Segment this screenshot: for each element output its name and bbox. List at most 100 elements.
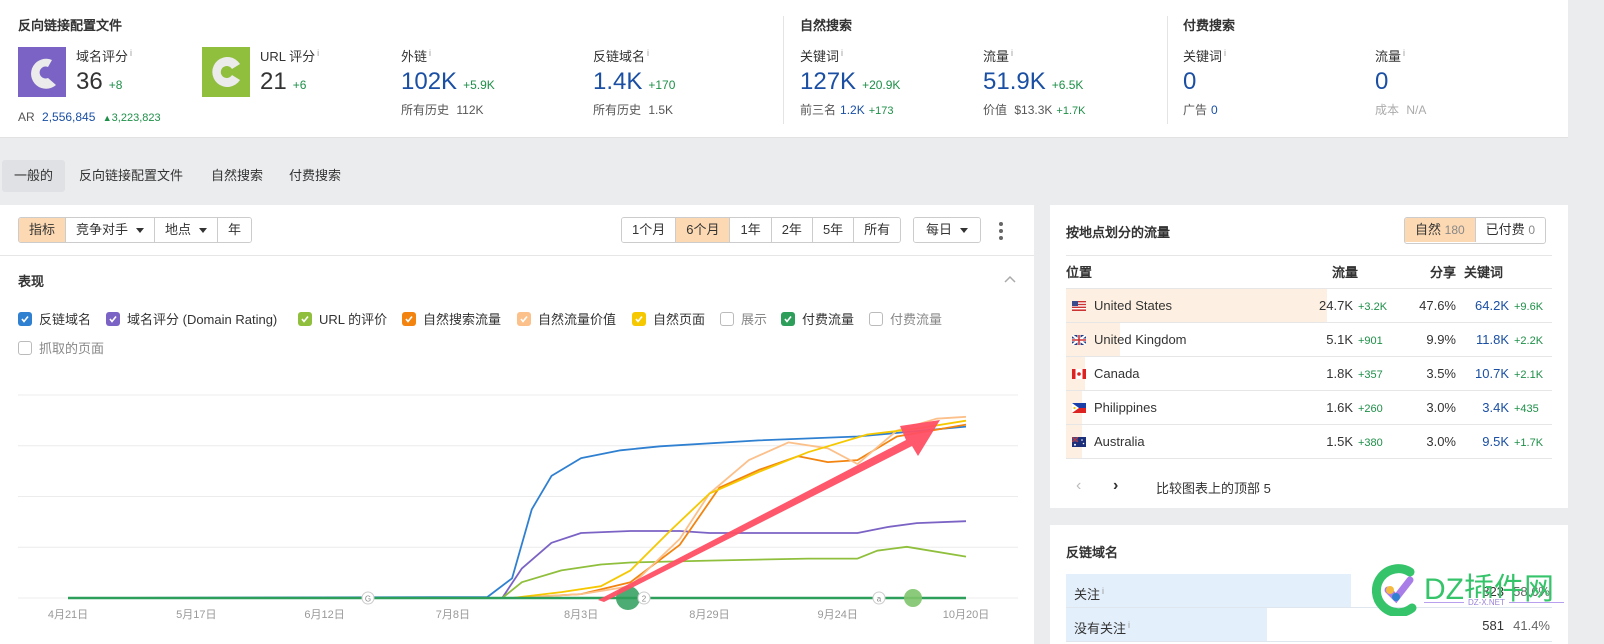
performance-chart[interactable]: G 2 a bbox=[0, 380, 1034, 610]
location-dropdown[interactable]: 地点 bbox=[155, 218, 219, 242]
metric-delta: +6 bbox=[292, 78, 307, 92]
collapse-chevron-up-icon[interactable] bbox=[1003, 274, 1017, 284]
country-name[interactable]: Australia bbox=[1094, 434, 1145, 449]
geo-row[interactable]: United States 24.7K +3.2K 47.6% 64.2K +9.6K bbox=[1066, 288, 1552, 323]
triangle-up-icon: ▲ bbox=[102, 113, 112, 123]
country-name[interactable]: Philippines bbox=[1094, 400, 1157, 415]
share-bar bbox=[1066, 574, 1351, 607]
sub-value[interactable]: 1.2K bbox=[840, 103, 865, 117]
keywords-value[interactable]: 11.8K bbox=[1476, 332, 1509, 347]
keywords-value[interactable]: 64.2K bbox=[1475, 298, 1509, 313]
tab-overview[interactable]: 一般的 bbox=[2, 160, 66, 192]
keywords-delta: +2.1K bbox=[1514, 368, 1544, 381]
section-title: 反向链接配置文件 bbox=[18, 18, 123, 33]
range-6m-button[interactable]: 6个月 bbox=[676, 218, 731, 242]
sub-value: 112K bbox=[456, 103, 484, 117]
legend-item-paid-traffic-2[interactable]: 付费流量 bbox=[869, 309, 942, 328]
legend-item-organic-pages[interactable]: 自然页面 bbox=[632, 309, 705, 328]
info-icon[interactable]: i bbox=[317, 48, 319, 58]
country-name[interactable]: Canada bbox=[1094, 366, 1140, 381]
metric-delta: +6.5K bbox=[1051, 78, 1084, 92]
range-all-button[interactable]: 所有 bbox=[854, 218, 901, 242]
info-icon[interactable]: i bbox=[1403, 48, 1405, 58]
info-icon[interactable]: i bbox=[841, 48, 843, 58]
interval-label: 每日 bbox=[926, 222, 953, 237]
location-cell: United States bbox=[1066, 288, 1328, 323]
info-icon[interactable]: i bbox=[1128, 620, 1130, 630]
info-icon[interactable]: i bbox=[429, 48, 431, 58]
sub-value: 1.5K bbox=[648, 103, 674, 117]
range-2y-button[interactable]: 2年 bbox=[771, 218, 813, 242]
info-icon[interactable]: i bbox=[130, 48, 132, 58]
organic-toggle-button[interactable]: 自然 180 bbox=[1405, 218, 1476, 242]
col-location[interactable]: 位置 bbox=[1066, 256, 1302, 289]
metric-value[interactable]: 0 bbox=[1183, 68, 1196, 95]
share-cell: 3.5% bbox=[1396, 356, 1456, 391]
range-1y-button[interactable]: 1年 bbox=[730, 218, 772, 242]
share-cell: 47.6% bbox=[1396, 288, 1456, 323]
metric-value[interactable]: 127K bbox=[800, 68, 856, 95]
sub-value: N/A bbox=[1406, 103, 1427, 117]
ar-value[interactable]: 2,556,845 bbox=[42, 110, 95, 124]
sub-value[interactable]: 0 bbox=[1211, 103, 1218, 117]
range-5y-button[interactable]: 5年 bbox=[812, 218, 855, 242]
geo-row[interactable]: United Kingdom 5.1K +901 9.9% 11.8K +2.2K bbox=[1066, 322, 1552, 357]
info-icon[interactable]: i bbox=[1102, 586, 1104, 596]
legend-label: 自然搜索流量 bbox=[423, 312, 502, 327]
legend-label: 自然流量价值 bbox=[538, 312, 617, 327]
metric-value[interactable]: 51.9K bbox=[983, 68, 1046, 95]
metric-value[interactable]: 102K bbox=[401, 68, 457, 95]
legend-item-ref-domains[interactable]: 反链域名 bbox=[18, 309, 91, 328]
geo-row[interactable]: Australia 1.5K +380 3.0% 9.5K +1.7K bbox=[1066, 424, 1552, 459]
legend-item-organic-traffic[interactable]: 自然搜索流量 bbox=[402, 309, 501, 328]
traffic-delta: +260 bbox=[1358, 402, 1383, 415]
tab-paid-search[interactable]: 付费搜索 bbox=[277, 160, 353, 192]
legend-item-url-rating[interactable]: URL 的评价 bbox=[298, 309, 387, 328]
ar-delta-value: 3,223,823 bbox=[111, 112, 161, 124]
year-button[interactable]: 年 bbox=[218, 218, 252, 242]
metric-value[interactable]: 1.4K bbox=[593, 68, 642, 95]
tab-backlink-profile[interactable]: 反向链接配置文件 bbox=[67, 160, 195, 192]
x-tick-label: 8月29日 bbox=[689, 609, 730, 621]
interval-dropdown[interactable]: 每日 bbox=[913, 217, 982, 243]
keywords-value[interactable]: 9.5K bbox=[1482, 434, 1509, 449]
info-icon[interactable]: i bbox=[647, 48, 649, 58]
keywords-cell: 10.7K +2.1K bbox=[1456, 356, 1552, 391]
keywords-value[interactable]: 3.4K bbox=[1482, 400, 1509, 415]
info-icon[interactable]: i bbox=[1011, 48, 1013, 58]
geo-row[interactable]: Canada 1.8K +357 3.5% 10.7K +2.1K bbox=[1066, 356, 1552, 391]
metrics-button[interactable]: 指标 bbox=[19, 218, 67, 242]
caret-down-icon bbox=[136, 228, 145, 234]
col-traffic[interactable]: 流量 bbox=[1302, 256, 1396, 289]
country-name[interactable]: United States bbox=[1094, 298, 1172, 313]
prev-page-icon[interactable]: ‹ bbox=[1076, 477, 1081, 495]
metric-label: 关键词 bbox=[800, 49, 840, 64]
sub-value: $13.3K bbox=[1014, 103, 1053, 117]
competitors-dropdown[interactable]: 竞争对手 bbox=[66, 218, 156, 242]
chart-mode-group: 指标 竞争对手 地点 年 bbox=[18, 217, 253, 243]
keywords-cell: 3.4K +435 bbox=[1456, 390, 1552, 425]
col-share[interactable]: 分享 bbox=[1396, 256, 1456, 289]
compare-top5-link[interactable]: 比较图表上的顶部 5 bbox=[1156, 478, 1271, 497]
paid-toggle-button[interactable]: 已付费 0 bbox=[1475, 218, 1545, 242]
col-keywords[interactable]: 关键词 bbox=[1456, 256, 1552, 289]
legend-item-paid-traffic[interactable]: 付费流量 bbox=[781, 309, 854, 328]
range-1m-button[interactable]: 1个月 bbox=[622, 218, 677, 242]
share-cell: 3.0% bbox=[1396, 424, 1456, 459]
geo-row[interactable]: Philippines 1.6K +260 3.0% 3.4K +435 bbox=[1066, 390, 1552, 425]
tab-organic-search[interactable]: 自然搜索 bbox=[199, 160, 275, 192]
legend-item-impressions[interactable]: 展示 bbox=[720, 309, 767, 328]
info-icon[interactable]: i bbox=[1224, 48, 1226, 58]
keywords-value[interactable]: 10.7K bbox=[1475, 366, 1509, 381]
traffic-cell: 24.7K +3.2K bbox=[1302, 288, 1396, 323]
legend-label: 域名评分 (Domain Rating) bbox=[127, 312, 278, 327]
country-name[interactable]: United Kingdom bbox=[1094, 332, 1187, 347]
legend-item-domain-rating[interactable]: 域名评分 (Domain Rating) bbox=[106, 309, 277, 328]
sub-delta: +1.7K bbox=[1056, 105, 1086, 117]
legend-item-traffic-value[interactable]: 自然流量价值 bbox=[517, 309, 616, 328]
metric-value[interactable]: 0 bbox=[1375, 68, 1388, 95]
more-options-icon[interactable] bbox=[996, 221, 1006, 241]
legend-item-crawled-pages[interactable]: 抓取的页面 bbox=[18, 338, 104, 357]
watermark-subtext: DZ-X.NET bbox=[1464, 598, 1509, 607]
next-page-icon[interactable]: › bbox=[1113, 477, 1118, 495]
